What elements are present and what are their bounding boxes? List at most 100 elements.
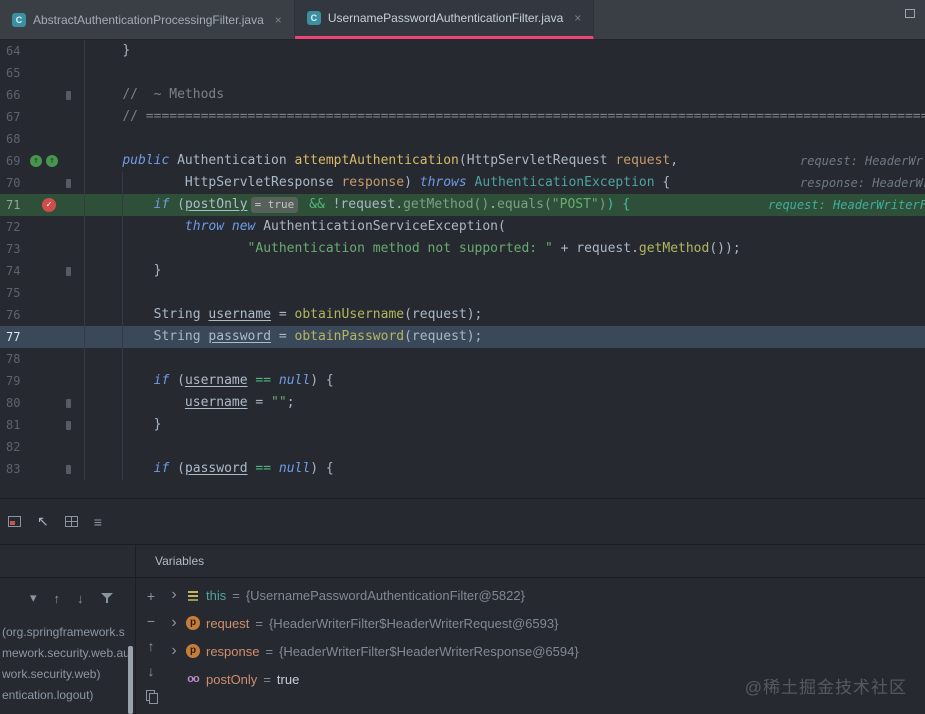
gutter-icons [30,128,84,150]
grid-layout-icon[interactable] [64,516,78,527]
gutter[interactable]: 65 [0,62,85,84]
line-number[interactable]: 80 [0,392,30,414]
override-icon[interactable]: ↑ [30,155,42,167]
tab-abstract-authentication-processing-filter[interactable]: C AbstractAuthenticationProcessingFilter… [0,0,295,39]
fold-marker[interactable] [66,399,71,408]
editor-pane[interactable]: 64 } 65 66 // ~ Methods 67 // =============… [0,40,925,498]
gutter-icons [30,216,84,238]
move-up-icon[interactable]: ↑ [148,638,155,654]
gutter[interactable]: 80 [0,392,85,414]
line-number[interactable]: 69 [0,150,30,172]
gutter[interactable]: 70 [0,172,85,194]
stack-frame[interactable]: (org.springframework.s [0,622,128,643]
tab-username-password-authentication-filter[interactable]: C UsernamePasswordAuthenticationFilter.j… [294,0,595,39]
fold-marker[interactable] [66,421,71,430]
gutter[interactable]: 78 [0,348,85,370]
gutter[interactable]: 66 [0,84,85,106]
line-number[interactable]: 68 [0,128,30,150]
gutter[interactable]: 73 [0,238,85,260]
stack-frame[interactable]: mework.security.web.au [0,643,128,664]
fold-marker[interactable] [66,179,71,188]
expand-chevron-icon[interactable]: › [168,643,180,659]
gutter[interactable]: 82 [0,436,85,458]
frames-scrollbar[interactable] [128,646,133,714]
gutter[interactable]: 64 [0,40,85,62]
breakpoint-icon[interactable]: ✓ [42,198,56,212]
line-number[interactable]: 75 [0,282,30,304]
variable-row[interactable]: › p response = {HeaderWriterFilter$HeaderWri… [160,637,925,665]
line-number[interactable]: 67 [0,106,30,128]
gutter[interactable]: 77 [0,326,85,348]
gutter[interactable]: 81 [0,414,85,436]
code-text: // ~ Methods [122,87,225,102]
line-number[interactable]: 83 [0,458,30,480]
line-number[interactable]: 73 [0,238,30,260]
gutter-icons [30,282,84,304]
copy-icon[interactable] [145,690,158,704]
gutter[interactable]: 68 [0,128,85,150]
variable-name: response [206,643,260,659]
thread-dropdown-icon[interactable]: ▾ [30,590,37,606]
gutter[interactable]: 67 [0,106,85,128]
close-icon[interactable]: × [275,13,282,27]
add-watch-icon[interactable]: + [147,588,155,604]
line-number[interactable]: 65 [0,62,30,84]
line-number[interactable]: 66 [0,84,30,106]
frame-down-icon[interactable]: ↓ [77,591,84,606]
line-number[interactable]: 79 [0,370,30,392]
gutter[interactable]: 72 [0,216,85,238]
tab-variables[interactable]: Variables [155,545,204,578]
gutter[interactable]: 75 [0,282,85,304]
stack-frame[interactable]: entication.logout) [0,685,128,706]
line-number[interactable]: 76 [0,304,30,326]
restore-layout-icon[interactable] [8,516,21,527]
gutter[interactable]: 79 [0,370,85,392]
code-line: 67 // ==================================… [0,106,925,128]
fold-marker[interactable] [66,465,71,474]
filter-icon[interactable] [100,592,113,604]
gutter[interactable]: 71 ✓ [0,194,85,216]
fold-marker[interactable] [66,91,71,100]
line-number[interactable]: 71 [0,194,30,216]
window-icon[interactable] [905,9,915,18]
line-number[interactable]: 82 [0,436,30,458]
code-line: 71 ✓ if (postOnly = true && !request.getMe… [0,194,925,216]
stack-frame[interactable]: work.security.web) [0,664,128,685]
expand-chevron-icon[interactable]: › [168,615,180,631]
line-number[interactable]: 78 [0,348,30,370]
remove-watch-icon[interactable]: − [147,613,155,629]
close-icon[interactable]: × [574,11,581,25]
fold-marker[interactable] [66,267,71,276]
execution-point-icon[interactable]: ↖ [37,513,49,530]
variable-row[interactable]: › this = {UsernamePasswordAuthenticationFil… [160,581,925,609]
view-options-icon[interactable]: ≡ [94,514,102,530]
code-text: "Authentication method not supported: " … [85,238,925,260]
override-icon[interactable]: ↑ [46,155,58,167]
move-down-icon[interactable]: ↓ [148,663,155,679]
variable-row[interactable]: › p request = {HeaderWriterFilter$HeaderWrit… [160,609,925,637]
watch-toolbar: + − ↑ ↓ [141,588,161,704]
gutter[interactable]: 76 [0,304,85,326]
indent-guide [122,194,124,216]
gutter[interactable]: 69 ↑ ↑ [0,150,85,172]
java-class-icon: C [12,12,26,27]
code-text: if (password == null) { [85,458,925,480]
line-number[interactable]: 81 [0,414,30,436]
line-number[interactable]: 70 [0,172,30,194]
frame-up-icon[interactable]: ↑ [54,591,61,606]
gutter[interactable]: 74 [0,260,85,282]
expand-chevron-icon[interactable]: › [168,587,180,603]
line-number[interactable]: 72 [0,216,30,238]
code-text: String password = obtainPassword(request… [85,326,925,348]
tab-label: AbstractAuthenticationProcessingFilter.j… [33,12,264,27]
line-number[interactable]: 64 [0,40,30,62]
line-number[interactable]: 77 [0,326,30,348]
gutter[interactable]: 83 [0,458,85,480]
tab-label: UsernamePasswordAuthenticationFilter.jav… [327,11,564,25]
code-line: 77 String password = obtainPassword(requ… [0,326,925,348]
gutter-icons [30,348,84,370]
code-text: username = ""; [85,392,925,414]
line-number[interactable]: 74 [0,260,30,282]
equals-sign: = [255,615,263,631]
